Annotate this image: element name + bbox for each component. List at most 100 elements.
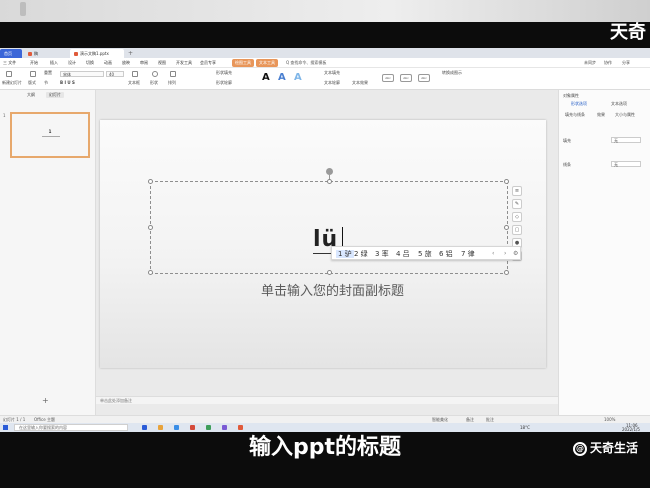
arrange-label[interactable]: 排列 [168,80,176,86]
menu-insert[interactable]: 插入 [50,59,58,67]
font-size-select[interactable]: 40 [106,71,124,77]
menu-animation[interactable]: 动画 [104,59,112,67]
text-box-label[interactable]: 文本框 [128,80,140,86]
new-slide-label[interactable]: 新建幻灯片 [2,80,22,86]
menu-text-tools[interactable]: 文本工具 [256,59,278,67]
text-fill-button[interactable]: 文本填充 [324,70,340,76]
menu-file[interactable]: 三 文件 [3,59,16,67]
copy-icon[interactable]: ▢ [512,225,522,235]
ime-prev-page[interactable]: ‹ [492,249,494,258]
tab-effects[interactable]: 效果 [597,112,605,118]
menu-transition[interactable]: 切换 [86,59,94,67]
text-outline-button[interactable]: 文本轮廓 [324,80,340,86]
resize-handle-r[interactable] [504,225,509,230]
tab-text-options[interactable]: 文本选项 [611,101,627,107]
format-buttons[interactable]: B I U S [60,80,75,86]
menu-home[interactable]: 开始 [30,59,38,67]
menu-review[interactable]: 审阅 [140,59,148,67]
tab-shape-options[interactable]: 形状选项 [571,101,587,107]
layer-icon[interactable]: ≡ [512,186,522,196]
ime-candidate[interactable]: 2 绿 [354,250,368,258]
shape-icon[interactable]: ◇ [512,212,522,222]
menu-developer[interactable]: 开发工具 [176,59,192,67]
windows-start-icon[interactable] [3,425,8,430]
shapes-label[interactable]: 形状 [150,80,158,86]
tab-document[interactable]: 演示文稿1.pptx [70,49,124,58]
fill-select[interactable]: 无 [611,137,641,143]
line-select[interactable]: 无 [611,161,641,167]
tab-docer[interactable]: 稿壳 [24,49,44,65]
text-style-blue[interactable]: A [278,72,286,84]
reset-button[interactable]: 重置 [44,70,52,76]
resize-handle-bl[interactable] [148,270,153,275]
taskbar-app-icon[interactable] [142,425,147,430]
ime-next-page[interactable]: › [504,249,506,258]
shape-outline-button[interactable]: 形状轮廓 [216,80,232,86]
ime-candidate[interactable]: 7 律 [461,250,475,258]
section-button[interactable]: 节 [44,80,48,86]
taskbar-app-icon[interactable] [222,425,227,430]
share-button[interactable]: 分享 [622,59,630,67]
menu-slideshow[interactable]: 放映 [122,59,130,67]
edit-icon[interactable]: ✎ [512,199,522,209]
layout-label[interactable]: 版式 [28,80,36,86]
shape-fill-button[interactable]: 形状填充 [216,70,232,76]
tab-home[interactable]: 首页 [0,49,22,58]
taskbar-search-input[interactable]: 在这里输入你要搜索的内容 [14,424,128,431]
taskbar-app-icon[interactable] [206,425,211,430]
ime-settings-icon[interactable]: ⚙ [513,249,518,258]
layout-icon[interactable] [30,71,36,77]
title-textbox[interactable]: lü 单击输入您的封面副标题 [148,168,509,299]
add-slide-button[interactable]: + [42,396,49,405]
shape-style-2[interactable]: Abc [400,74,412,82]
font-family-select[interactable]: 宋体 [60,71,104,77]
text-effect-button[interactable]: 文本效果 [352,80,368,86]
fill-label: 填充 [563,138,571,143]
tab-slides[interactable]: 幻灯片 [46,92,64,98]
ime-candidate[interactable]: 6 铝 [439,250,453,258]
new-tab-button[interactable]: + [128,49,133,58]
resize-handle-tr[interactable] [504,179,509,184]
resize-handle-t[interactable] [327,179,332,184]
weather-temp[interactable]: 18°C [520,423,530,432]
ime-candidate[interactable]: 5 旅 [418,250,432,258]
logo-text: 天奇生活 [589,441,638,455]
arrange-icon[interactable] [170,71,176,77]
windows-taskbar: 在这里输入你要搜索的内容 18°C 11:06 2022/1/5 [0,423,650,432]
ime-candidate[interactable]: 3 率 [375,250,389,258]
screen: 首页 稿壳 演示文稿1.pptx + 三 文件 开始 插入 设计 切换 动画 放… [0,48,650,432]
shape-style-1[interactable]: Abc [382,74,394,82]
rotate-handle[interactable] [326,168,333,175]
shape-style-3[interactable]: Abc [418,74,430,82]
subtitle-placeholder[interactable]: 单击输入您的封面副标题 [261,280,404,299]
tab-outline[interactable]: 大纲 [24,92,38,98]
text-style-light[interactable]: A [294,72,302,84]
new-slide-icon[interactable] [6,71,12,77]
menu-member[interactable]: 会员专享 [200,59,216,67]
tab-size-properties[interactable]: 大小与属性 [615,112,635,118]
sync-status[interactable]: 未同步 [584,59,596,67]
text-box-icon[interactable] [132,71,138,77]
taskbar-app-icon[interactable] [238,425,243,430]
notes-area[interactable]: 单击此处添加备注 [96,396,558,404]
taskbar-app-icon[interactable] [174,425,179,430]
menu-view[interactable]: 视图 [158,59,166,67]
shapes-icon[interactable] [152,71,158,77]
resize-handle-tl[interactable] [148,179,153,184]
taskbar-app-icon[interactable] [190,425,195,430]
ime-candidate[interactable]: 1 驴 [336,250,354,258]
slide[interactable]: lü 单击输入您的封面副标题 ≡ ✎ ◇ ▢ ● ↯ 1 驴 2 绿 3 率 [100,120,546,368]
collaborate-button[interactable]: 协作 [604,59,612,67]
taskbar-app-icon[interactable] [158,425,163,430]
resize-handle-b[interactable] [327,270,332,275]
tab-fill-line[interactable]: 填充与线条 [565,112,585,118]
ime-candidate[interactable]: 4 吕 [396,250,410,258]
text-style-black[interactable]: A [262,72,270,84]
resize-handle-br[interactable] [504,270,509,275]
convert-smart-button[interactable]: 转换成图示 [442,70,462,76]
menu-drawing-tools[interactable]: 绘图工具 [232,59,254,67]
resize-handle-l[interactable] [148,225,153,230]
find-command[interactable]: Q 查找命令、搜索模板 [286,59,326,67]
menu-design[interactable]: 设计 [68,59,76,67]
slide-thumbnail[interactable]: 1 [10,112,90,158]
